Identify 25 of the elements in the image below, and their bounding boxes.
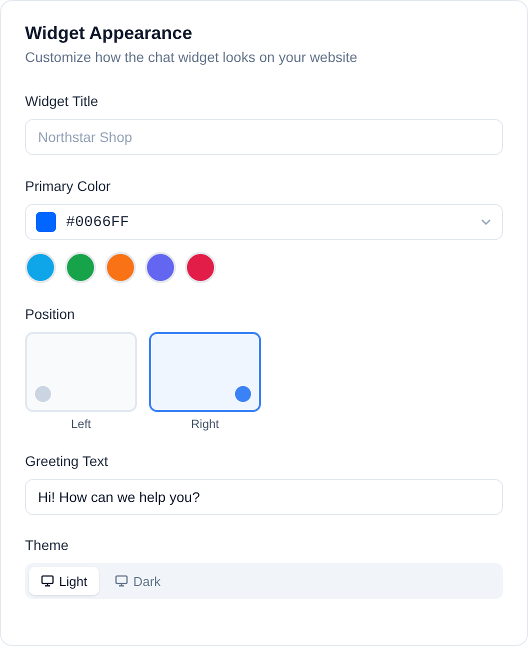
theme-tab[interactable]: Light [29, 567, 100, 595]
widget-dot-icon [35, 386, 51, 402]
position-caption: Left [70, 417, 91, 431]
field-label: Widget Title [25, 92, 98, 110]
color-preset-button[interactable] [25, 252, 56, 283]
color-preset-button[interactable] [185, 252, 216, 283]
color-dropdown[interactable]: #0066FF [25, 204, 503, 240]
section-subtitle: Customize how the chat widget looks on your website [25, 48, 358, 66]
field-label: Greeting Text [25, 452, 108, 470]
theme-tab[interactable]: Dark [103, 567, 173, 595]
field-label: Position [25, 305, 75, 323]
field-label: Theme [25, 536, 69, 554]
section-title: Widget Appearance [25, 22, 192, 45]
monitor-icon [41, 575, 54, 587]
color-preset-button[interactable] [145, 252, 176, 283]
position-option[interactable] [149, 332, 261, 412]
widget-dot-icon [235, 386, 251, 402]
color-preset-button[interactable] [65, 252, 96, 283]
chevron-down-icon [480, 218, 492, 226]
field-label: Primary Color [25, 177, 111, 195]
monitor-icon [115, 575, 128, 587]
greeting-field[interactable]: Hi! How can we help you? [25, 479, 503, 515]
position-caption: Right [190, 417, 219, 431]
color-preset-button[interactable] [105, 252, 136, 283]
widget-title-field[interactable]: Northstar Shop [25, 119, 503, 155]
